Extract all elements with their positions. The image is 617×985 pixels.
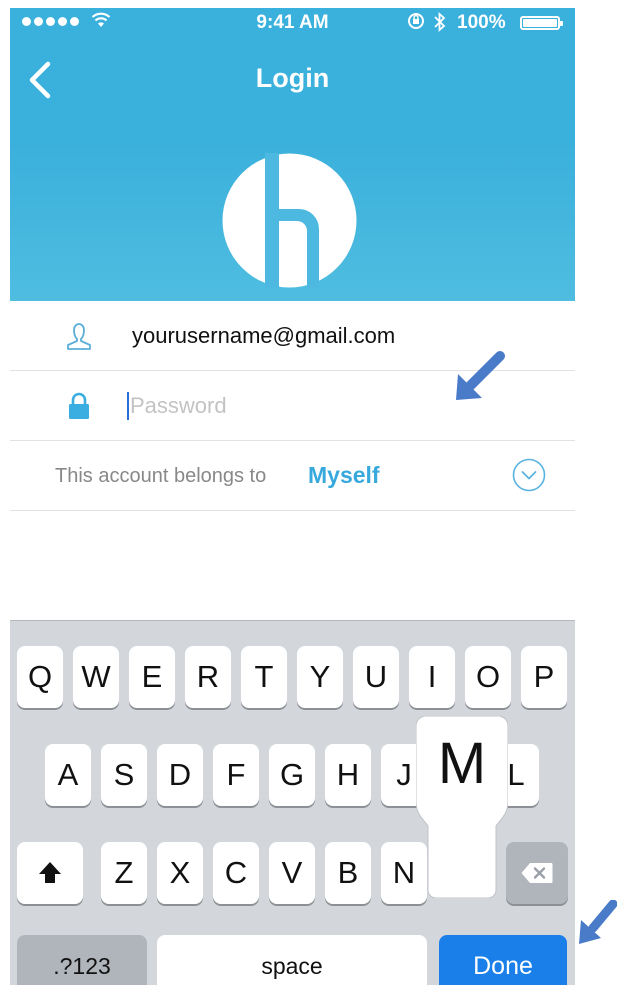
- key-z[interactable]: Z: [101, 842, 147, 904]
- done-key[interactable]: Done: [439, 935, 567, 985]
- phone-screen: 9:41 AM 100% Login yourusername@gmail.co…: [10, 8, 575, 985]
- key-w[interactable]: W: [73, 646, 119, 708]
- backspace-icon: [521, 863, 553, 883]
- key-p[interactable]: P: [521, 646, 567, 708]
- key-g[interactable]: G: [269, 744, 315, 806]
- brand-h-logo-icon: [222, 153, 357, 288]
- key-r[interactable]: R: [185, 646, 231, 708]
- key-i[interactable]: I: [409, 646, 455, 708]
- page-title: Login: [255, 63, 330, 93]
- key-a[interactable]: A: [45, 744, 91, 806]
- pointer-arrow-icon: [579, 900, 617, 944]
- pointer-arrow-icon: [456, 351, 505, 400]
- key-m-popup[interactable]: M: [416, 716, 508, 898]
- key-b[interactable]: B: [325, 842, 371, 904]
- key-x[interactable]: X: [157, 842, 203, 904]
- status-bar: 9:41 AM 100%: [10, 8, 575, 38]
- key-y[interactable]: Y: [297, 646, 343, 708]
- user-icon: [67, 323, 91, 350]
- account-owner-label: This account belongs to: [55, 465, 267, 487]
- account-owner-value[interactable]: Myself: [308, 462, 380, 489]
- bluetooth-icon: [434, 11, 446, 33]
- key-f[interactable]: F: [213, 744, 259, 806]
- shift-arrow-icon: [39, 862, 61, 883]
- key-m: M: [437, 731, 487, 796]
- numbers-key[interactable]: .?123: [17, 935, 147, 985]
- key-v[interactable]: V: [269, 842, 315, 904]
- username-field[interactable]: yourusername@gmail.com: [132, 323, 395, 349]
- delete-key[interactable]: [506, 842, 568, 904]
- key-e[interactable]: E: [129, 646, 175, 708]
- lock-icon: [69, 392, 89, 419]
- key-s[interactable]: S: [101, 744, 147, 806]
- space-key[interactable]: space: [157, 935, 427, 985]
- rotation-lock-icon: [408, 13, 424, 29]
- key-d[interactable]: D: [157, 744, 203, 806]
- key-t[interactable]: T: [241, 646, 287, 708]
- battery-icon: [520, 16, 563, 30]
- battery-percentage: 100%: [457, 12, 506, 33]
- shift-key[interactable]: [17, 842, 83, 904]
- account-owner-row[interactable]: This account belongs to Myself: [10, 441, 575, 511]
- chevron-down-circle-icon[interactable]: [512, 458, 546, 492]
- key-h[interactable]: H: [325, 744, 371, 806]
- text-cursor: [127, 392, 129, 420]
- key-c[interactable]: C: [213, 842, 259, 904]
- key-q[interactable]: Q: [17, 646, 63, 708]
- key-o[interactable]: O: [465, 646, 511, 708]
- key-u[interactable]: U: [353, 646, 399, 708]
